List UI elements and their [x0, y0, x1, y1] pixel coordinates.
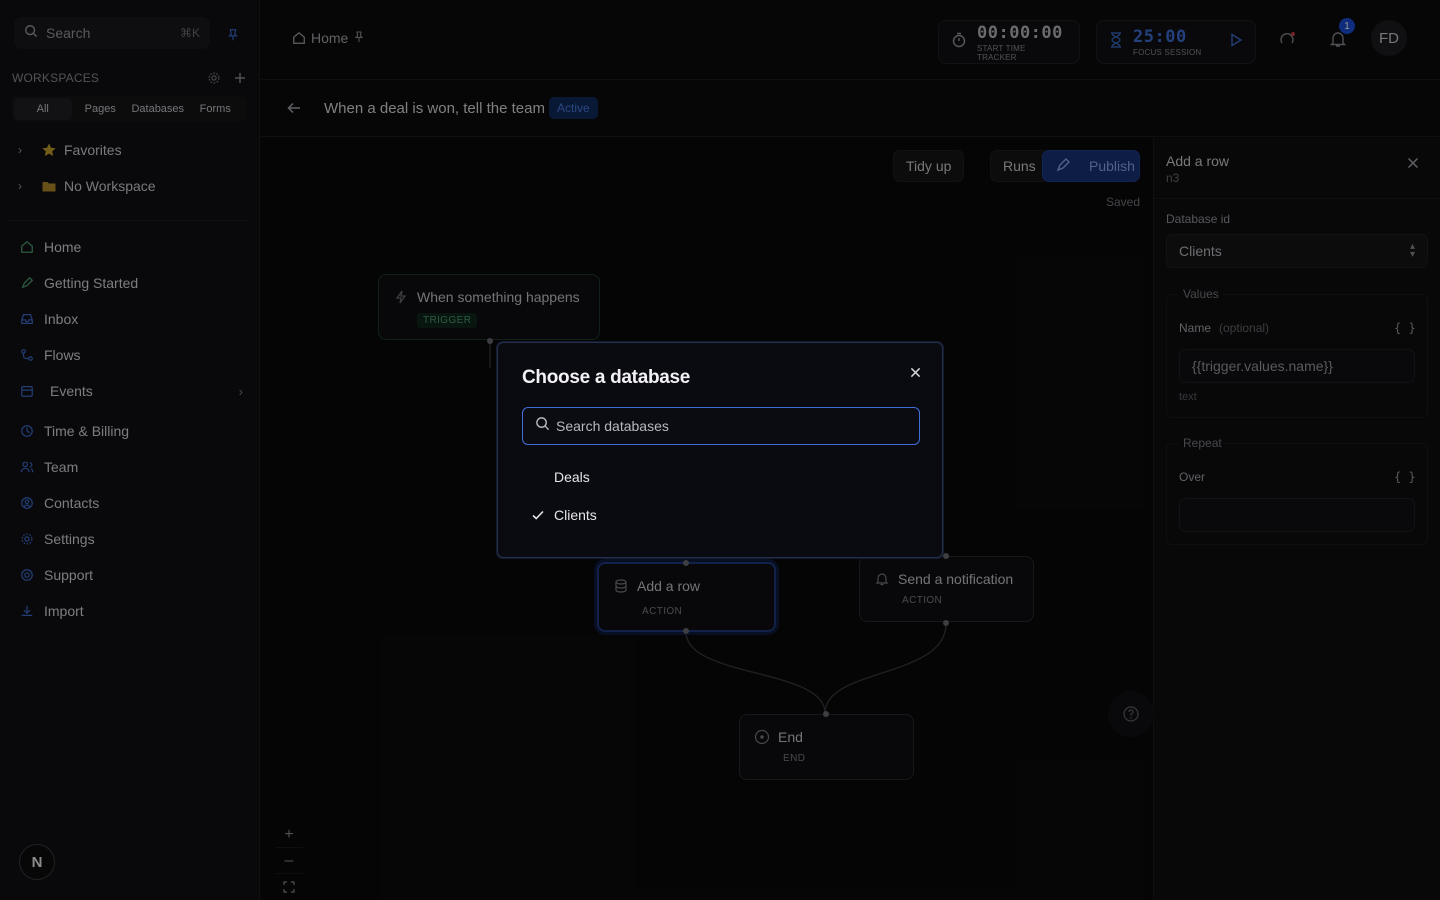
check-placeholder — [522, 469, 554, 485]
database-search-field[interactable] — [522, 407, 920, 445]
dialog-title: Choose a database — [522, 367, 691, 388]
database-search-input[interactable] — [556, 418, 896, 434]
choose-database-dialog: Choose a database Deals Clients — [497, 342, 943, 558]
database-option-label: Deals — [554, 469, 590, 485]
app-root: Search ⌘K WORKSPACES All Pages Databases… — [0, 0, 1440, 900]
database-option-deals[interactable]: Deals — [522, 459, 920, 495]
check-icon — [522, 507, 554, 523]
database-option-clients[interactable]: Clients — [522, 497, 920, 533]
database-option-label: Clients — [554, 507, 597, 523]
close-icon[interactable] — [906, 363, 924, 381]
search-icon — [535, 416, 550, 436]
